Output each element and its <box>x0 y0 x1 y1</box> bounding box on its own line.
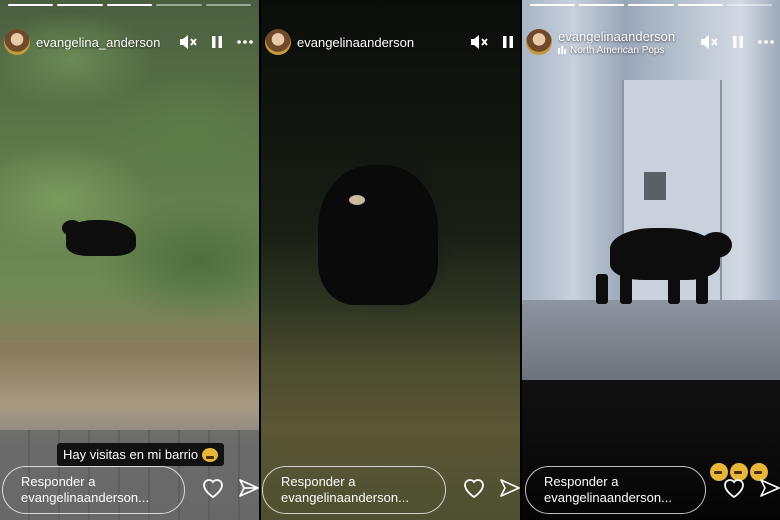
story-controls <box>470 34 514 50</box>
story-panel-1: evangelina_anderson Hay visitas en mi ba… <box>0 0 259 520</box>
story-controls <box>179 34 253 50</box>
progress-segment <box>726 4 773 6</box>
bear-leg <box>620 274 632 304</box>
story-header: evangelinaanderson <box>261 26 520 58</box>
story-progress-bar <box>530 4 773 6</box>
avatar[interactable] <box>265 29 291 55</box>
garage-floor <box>522 300 780 380</box>
reply-bar: Responder a evangelinaanderson... <box>261 464 520 516</box>
send-icon[interactable] <box>239 478 259 503</box>
user-block: evangelinaanderson <box>297 35 470 50</box>
story-header: evangelinaanderson North American Pops <box>522 26 780 58</box>
story-progress-bar <box>8 4 252 6</box>
bear-snout <box>349 195 365 205</box>
avatar[interactable] <box>526 29 552 55</box>
muted-speaker-icon[interactable] <box>179 34 197 50</box>
more-dots-icon[interactable] <box>758 40 774 44</box>
heart-icon[interactable] <box>201 477 225 504</box>
bear-leg <box>668 274 680 304</box>
progress-segment <box>677 4 723 6</box>
story-header: evangelina_anderson <box>0 26 259 58</box>
more-dots-icon[interactable] <box>237 40 253 44</box>
caption-text: Hay visitas en mi barrio <box>63 447 199 462</box>
progress-segment <box>628 4 674 6</box>
reply-input[interactable]: Responder a evangelinaanderson... <box>2 466 185 514</box>
music-bars-icon <box>558 46 566 54</box>
reply-bar: Responder a evangelinaanderson... <box>522 464 780 516</box>
username[interactable]: evangelinaanderson <box>558 29 700 44</box>
bear-leg <box>596 274 608 304</box>
username[interactable]: evangelinaanderson <box>297 35 470 50</box>
muted-speaker-icon[interactable] <box>700 34 718 50</box>
music-title: North American Pops <box>570 44 665 56</box>
story-collage: evangelina_anderson Hay visitas en mi ba… <box>0 0 780 520</box>
music-label[interactable]: North American Pops <box>558 45 700 56</box>
heart-icon[interactable] <box>722 477 746 504</box>
send-icon[interactable] <box>760 478 780 503</box>
username[interactable]: evangelina_anderson <box>36 35 179 50</box>
progress-segment <box>205 4 252 6</box>
progress-segment <box>530 4 576 6</box>
wall-box <box>644 172 666 200</box>
bear-head <box>62 220 82 236</box>
progress-segment <box>579 4 625 6</box>
story-caption: Hay visitas en mi barrio <box>57 443 225 466</box>
bear-head <box>700 232 732 258</box>
pause-icon[interactable] <box>502 35 514 49</box>
user-block: evangelinaanderson North American Pops <box>558 29 700 56</box>
send-icon[interactable] <box>500 478 520 503</box>
pause-icon[interactable] <box>211 35 223 49</box>
heart-icon[interactable] <box>462 477 486 504</box>
reply-bar: Responder a evangelinaanderson... <box>0 464 259 516</box>
avatar[interactable] <box>4 29 30 55</box>
reply-input[interactable]: Responder a evangelinaanderson... <box>525 466 706 514</box>
bear-standing <box>318 165 438 305</box>
progress-segment <box>8 4 54 6</box>
muted-speaker-icon[interactable] <box>470 34 488 50</box>
reply-input[interactable]: Responder a evangelinaanderson... <box>262 466 446 514</box>
progress-segment <box>106 4 153 6</box>
user-block: evangelina_anderson <box>36 35 179 50</box>
scared-face-emoji <box>202 447 219 462</box>
bear-leg <box>696 274 708 304</box>
story-controls <box>700 34 774 50</box>
progress-segment <box>57 4 103 6</box>
progress-segment <box>156 4 202 6</box>
pause-icon[interactable] <box>732 35 744 49</box>
